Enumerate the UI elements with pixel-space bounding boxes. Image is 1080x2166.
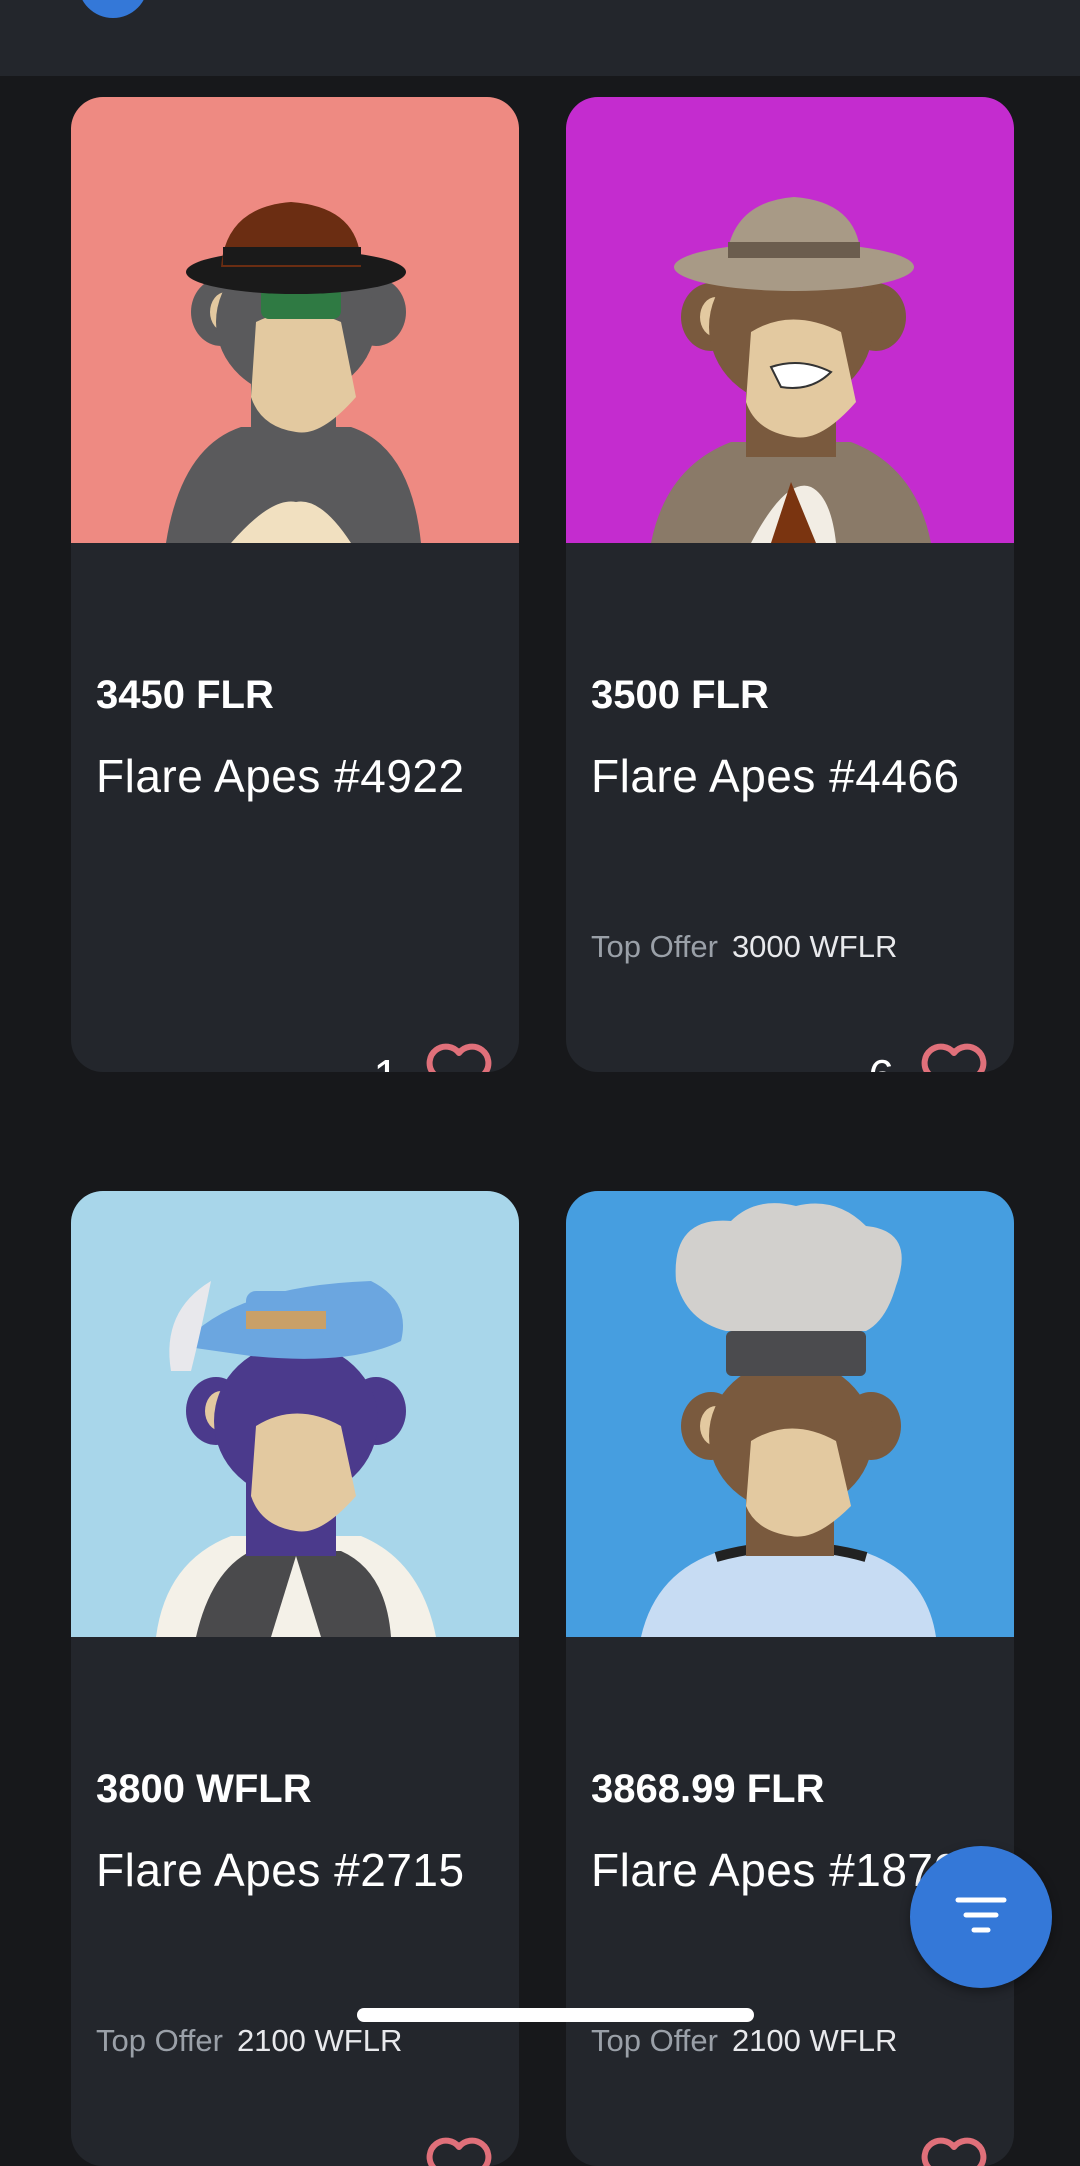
top-offer: Top Offer 3000 WFLR	[591, 931, 897, 962]
nft-image	[71, 97, 519, 543]
likes-count: 6	[868, 1053, 894, 1073]
nft-card[interactable]: 3500 FLR Flare Apes #4466 Top Offer 3000 …	[566, 97, 1014, 1072]
nft-image	[71, 1191, 519, 1637]
likes[interactable]	[399, 2135, 495, 2166]
top-offer-label: Top Offer	[96, 2023, 223, 2058]
top-offer-value: 2100 WFLR	[236, 2023, 403, 2058]
heart-icon[interactable]	[423, 2135, 495, 2166]
top-header	[0, 0, 1080, 76]
likes[interactable]	[894, 2135, 990, 2166]
likes[interactable]: 6	[868, 1041, 990, 1072]
top-offer-label: Top Offer	[591, 2023, 718, 2058]
nft-image	[566, 97, 1014, 543]
nft-image	[566, 1191, 1014, 1637]
heart-icon[interactable]	[423, 1041, 495, 1072]
top-offer: Top Offer 2100 WFLR	[591, 2025, 897, 2056]
heart-icon[interactable]	[918, 2135, 990, 2166]
listing-price: 3450 FLR	[96, 673, 274, 717]
listing-name: Flare Apes #4466	[591, 750, 960, 802]
filter-icon	[954, 1892, 1008, 1943]
filter-button[interactable]	[910, 1846, 1052, 1988]
top-offer-value: 2100 WFLR	[731, 2023, 898, 2058]
listing-name: Flare Apes #2715	[96, 1844, 465, 1896]
top-offer-label: Top Offer	[591, 929, 718, 964]
top-offer: Top Offer 2100 WFLR	[96, 2025, 402, 2056]
listing-price: 3868.99 FLR	[591, 1767, 825, 1811]
listing-name: Flare Apes #1870	[591, 1844, 960, 1896]
likes[interactable]: 1	[373, 1041, 495, 1072]
top-offer-value: 3000 WFLR	[731, 929, 898, 964]
listing-price: 3500 FLR	[591, 673, 769, 717]
nft-card[interactable]: 3450 FLR Flare Apes #4922 1	[71, 97, 519, 1072]
app-logo[interactable]	[78, 0, 148, 18]
home-indicator[interactable]	[357, 2008, 754, 2022]
listing-name: Flare Apes #4922	[96, 750, 465, 802]
likes-count: 1	[373, 1053, 399, 1073]
listing-price: 3800 WFLR	[96, 1767, 312, 1811]
heart-icon[interactable]	[918, 1041, 990, 1072]
